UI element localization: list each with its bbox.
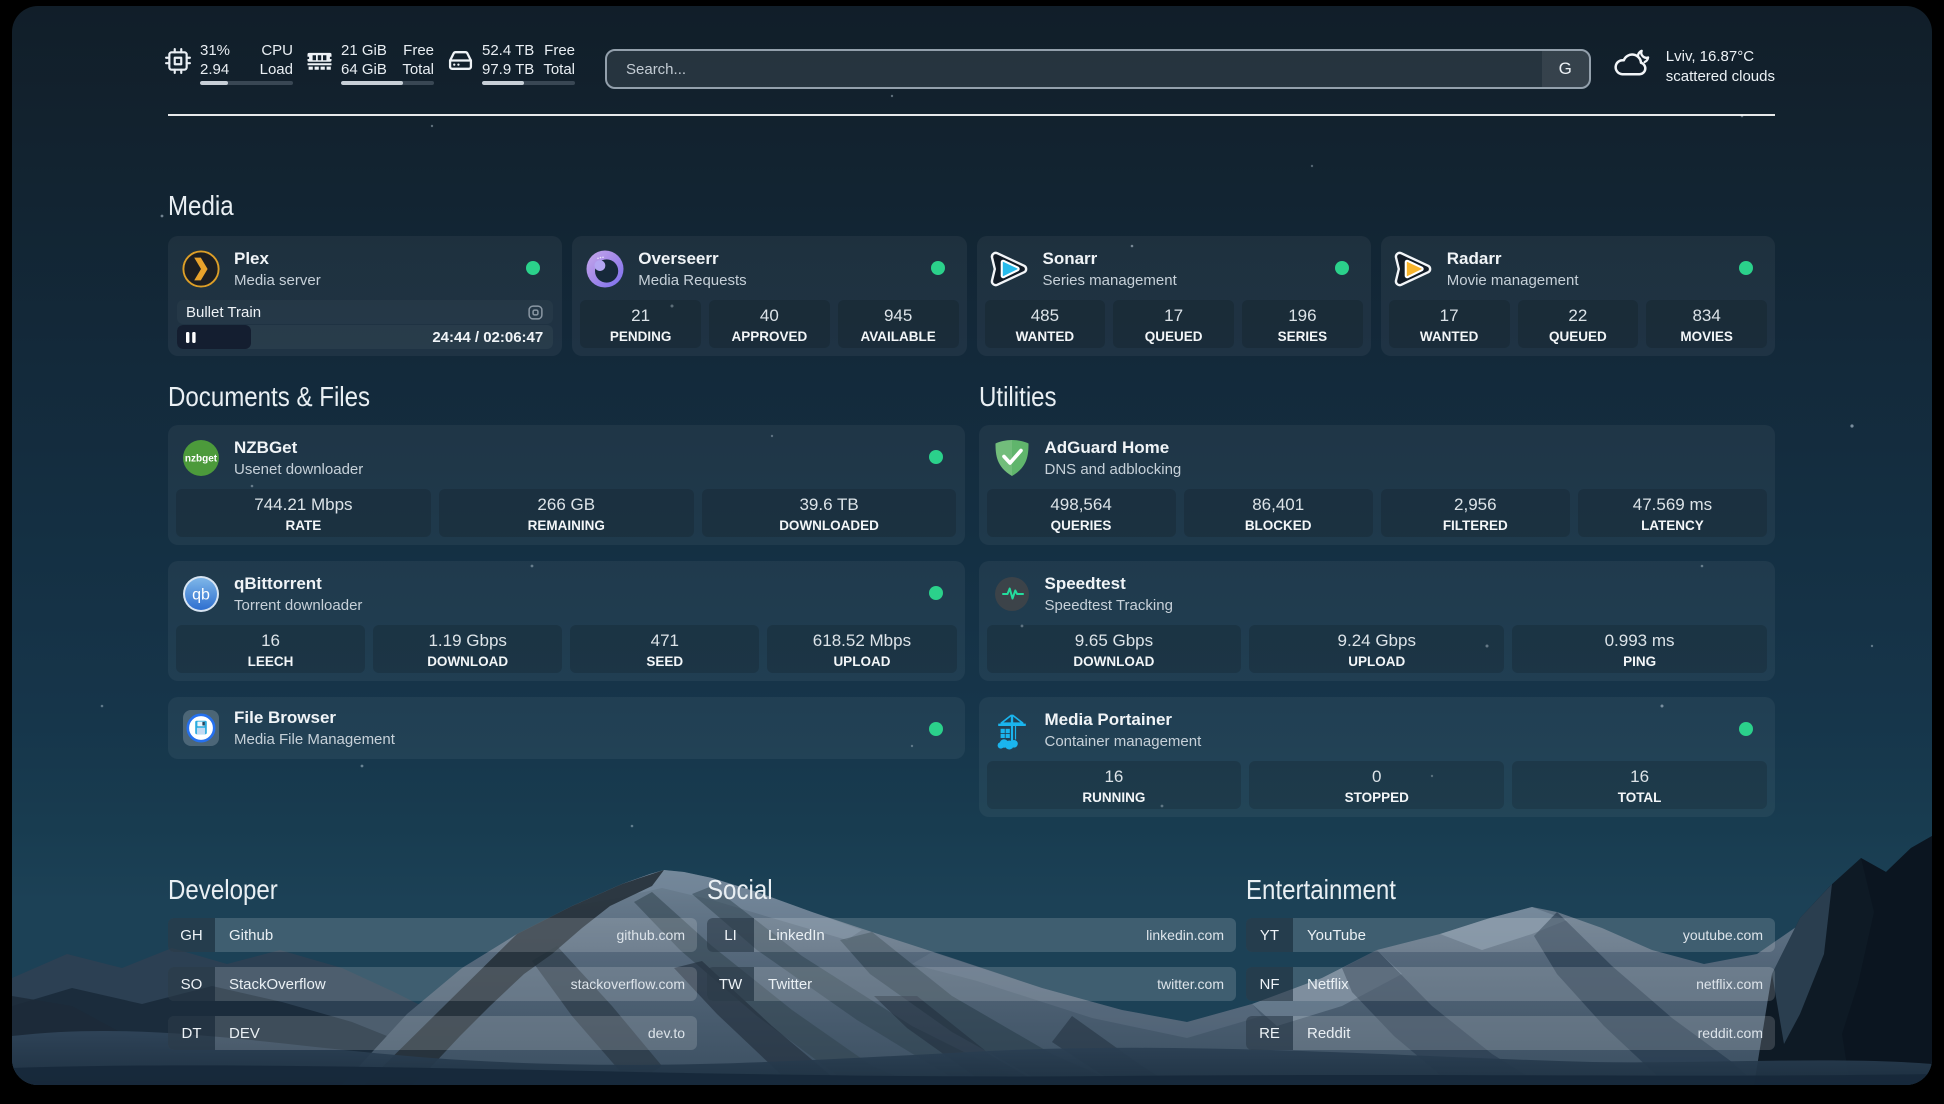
svg-text:qb: qb — [192, 587, 210, 604]
svg-text:nzbget: nzbget — [185, 454, 218, 465]
